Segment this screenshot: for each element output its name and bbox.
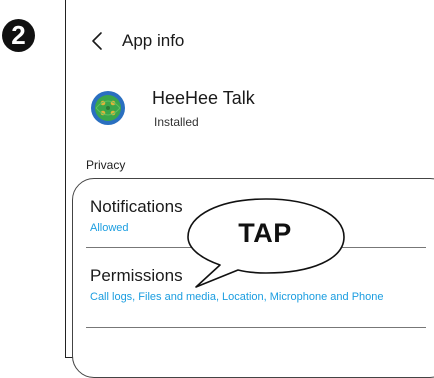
row-divider [86, 327, 426, 328]
app-icon [90, 90, 126, 126]
app-bar: App info [90, 27, 184, 55]
tap-callout-label: TAP [238, 218, 292, 248]
notifications-title[interactable]: Notifications [90, 197, 183, 217]
page-title: App info [122, 31, 185, 50]
app-install-status: Installed [154, 115, 199, 129]
notifications-status: Allowed [90, 222, 129, 234]
step-number: 2 [11, 20, 26, 50]
app-name: HeeHee Talk [152, 88, 255, 108]
privacy-section-label: Privacy [86, 158, 126, 172]
chevron-left-icon[interactable] [90, 30, 104, 52]
permissions-title[interactable]: Permissions [90, 266, 183, 286]
step-number-badge: 2 [2, 19, 35, 52]
